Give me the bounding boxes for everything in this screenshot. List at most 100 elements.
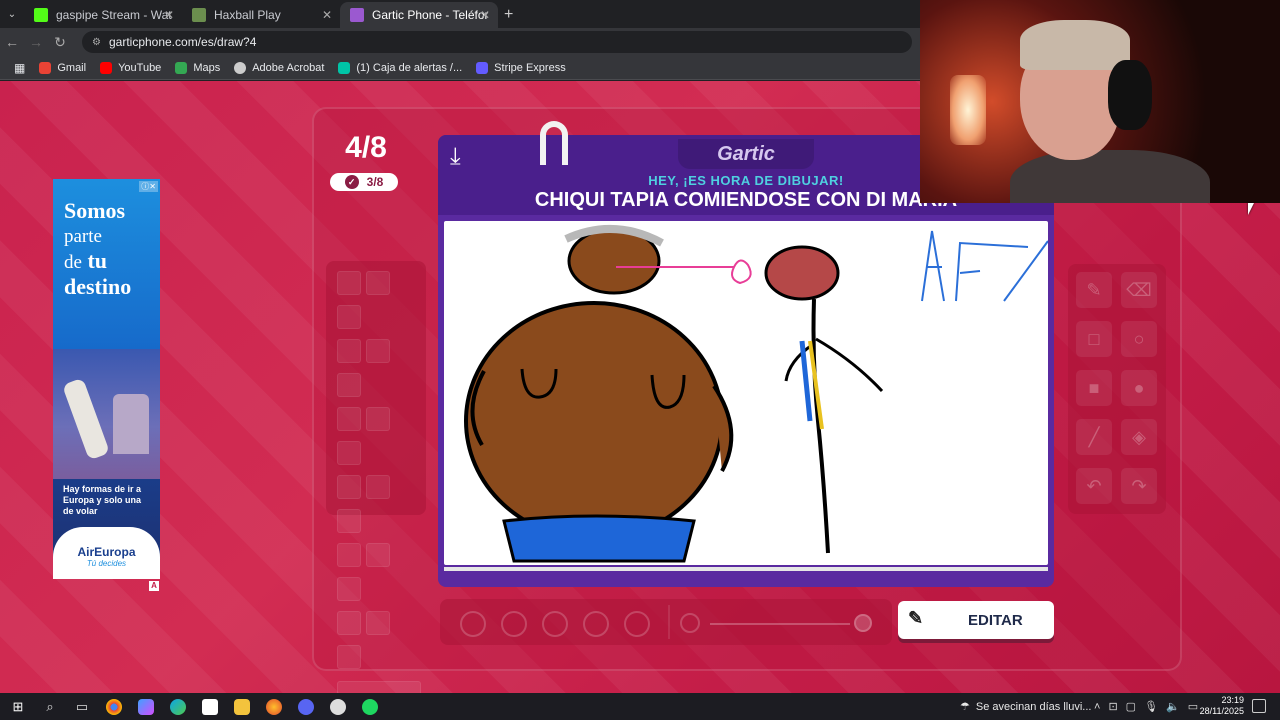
discord-icon[interactable] xyxy=(292,693,320,720)
search-icon[interactable]: ⌕ xyxy=(36,693,64,720)
brush-size-5[interactable] xyxy=(624,611,650,637)
copilot-icon[interactable] xyxy=(132,693,160,720)
download-icon[interactable]: ⤓ xyxy=(450,143,461,171)
color-swatch[interactable] xyxy=(366,407,390,431)
bookmark-alerts[interactable]: (1) Caja de alertas /... xyxy=(338,61,462,74)
bookmark-gmail[interactable]: Gmail xyxy=(39,61,86,74)
color-swatch[interactable] xyxy=(366,271,390,295)
redo-icon[interactable]: ↷ xyxy=(1121,468,1157,504)
color-swatch[interactable] xyxy=(337,339,361,363)
color-swatch[interactable] xyxy=(366,543,390,567)
ad-headline: Somos parte de tu destino xyxy=(64,198,132,299)
ad-badge: A xyxy=(149,581,159,591)
volume-icon[interactable]: 🔈 xyxy=(1166,700,1180,713)
file-explorer-icon[interactable] xyxy=(228,693,256,720)
tab-gaspipe[interactable]: gaspipe Stream - Watch Live on ✕ xyxy=(24,2,182,28)
forward-icon[interactable]: → xyxy=(24,34,48,50)
brush-size-4[interactable] xyxy=(583,611,609,637)
close-icon[interactable]: ✕ xyxy=(164,8,174,22)
color-palette xyxy=(326,261,426,693)
url-input[interactable]: ⚙ garticphone.com/es/draw?4 xyxy=(82,31,912,53)
filled-rectangle-icon[interactable]: ■ xyxy=(1076,370,1112,406)
advertisement[interactable]: ⓘ✕ Somos parte de tu destino Hay formas … xyxy=(53,179,160,579)
haxball-icon xyxy=(192,8,206,22)
firefox-icon[interactable] xyxy=(260,693,288,720)
line-icon[interactable]: ╱ xyxy=(1076,419,1112,455)
mouse-cursor-icon xyxy=(1248,203,1254,215)
brush-size-3[interactable] xyxy=(542,611,568,637)
store-icon[interactable] xyxy=(196,693,224,720)
apps-icon[interactable]: ▦ xyxy=(14,61,25,75)
clock-date: 28/11/2025 xyxy=(1199,706,1244,716)
bookmark-maps[interactable]: Maps xyxy=(175,61,220,74)
tab-gartic[interactable]: Gartic Phone - Teléfono Descon ✕ xyxy=(340,2,498,28)
undo-icon[interactable]: ↶ xyxy=(1076,468,1112,504)
reload-icon[interactable]: ↻ xyxy=(48,34,72,51)
bucket-icon[interactable]: ◈ xyxy=(1121,419,1157,455)
globe-icon xyxy=(234,61,247,74)
clock-time: 23:19 xyxy=(1221,695,1244,705)
color-swatch[interactable] xyxy=(337,543,361,567)
edge-icon[interactable] xyxy=(164,693,192,720)
brush-size-1[interactable] xyxy=(460,611,486,637)
ad-info-icon[interactable]: ⓘ✕ xyxy=(139,181,158,192)
drawing-canvas[interactable] xyxy=(444,221,1048,565)
task-view-icon[interactable]: ▭ xyxy=(68,693,96,720)
edit-button[interactable]: ✎ EDITAR xyxy=(898,601,1054,639)
microphone-icon[interactable]: 🎙 xyxy=(1144,700,1158,713)
color-swatch[interactable] xyxy=(337,509,361,533)
bookmark-youtube[interactable]: YouTube xyxy=(100,61,161,74)
color-swatch[interactable] xyxy=(337,407,361,431)
color-swatch[interactable] xyxy=(366,611,390,635)
close-icon[interactable]: ✕ xyxy=(322,8,332,22)
chevron-up-icon[interactable]: ˄ xyxy=(1094,701,1100,713)
tab-haxball[interactable]: Haxball Play ✕ xyxy=(182,2,340,28)
github-icon[interactable] xyxy=(324,693,352,720)
notification-icon[interactable] xyxy=(1252,699,1266,713)
spotify-icon[interactable] xyxy=(356,693,384,720)
weather-widget[interactable]: ☂ Se avecinan días lluvi... xyxy=(960,693,1091,720)
url-text: garticphone.com/es/draw?4 xyxy=(108,35,257,49)
color-swatch[interactable] xyxy=(337,373,361,397)
battery-icon[interactable]: ▭ xyxy=(1188,700,1198,713)
color-swatch[interactable] xyxy=(366,339,390,363)
tool-panel: ✎ ⌫ □ ○ ■ ● ╱ ◈ ↶ ↷ xyxy=(1068,264,1166,514)
color-swatch[interactable] xyxy=(337,305,361,329)
opacity-slider[interactable] xyxy=(710,623,850,625)
new-tab-button[interactable]: + xyxy=(504,2,513,28)
color-swatch[interactable] xyxy=(337,611,361,635)
opacity-min-icon xyxy=(680,613,700,633)
color-swatch[interactable] xyxy=(366,475,390,499)
bookmark-stripe[interactable]: Stripe Express xyxy=(476,61,566,74)
pencil-icon[interactable]: ✎ xyxy=(1076,272,1112,308)
custom-color-button[interactable] xyxy=(337,681,421,693)
eraser-icon[interactable]: ⌫ xyxy=(1121,272,1157,308)
filled-ellipse-icon[interactable]: ● xyxy=(1121,370,1157,406)
color-swatch[interactable] xyxy=(337,271,361,295)
color-swatch[interactable] xyxy=(337,475,361,499)
brush-size-2[interactable] xyxy=(501,611,527,637)
close-icon[interactable]: ✕ xyxy=(480,8,490,22)
color-swatch[interactable] xyxy=(337,577,361,601)
rectangle-icon[interactable]: □ xyxy=(1076,321,1112,357)
color-swatch[interactable] xyxy=(337,441,361,465)
bookmark-acrobat[interactable]: Adobe Acrobat xyxy=(234,61,324,74)
pencil-icon: ✎ xyxy=(908,608,924,628)
display-icon[interactable]: ▢ xyxy=(1126,700,1136,713)
ellipse-icon[interactable]: ○ xyxy=(1121,321,1157,357)
ad-body: Hay formas de ir a Europa y solo una de … xyxy=(63,484,142,516)
back-icon[interactable]: ← xyxy=(0,34,24,50)
weather-text: Se avecinan días lluvi... xyxy=(975,700,1092,713)
site-info-icon[interactable]: ⚙ xyxy=(92,37,101,48)
stripe-icon xyxy=(476,61,489,74)
rain-icon: ☂ xyxy=(960,701,970,713)
tab-search-icon[interactable]: ⌄ xyxy=(0,2,24,28)
windows-start-icon[interactable]: ⊞ xyxy=(4,693,32,720)
gartic-icon xyxy=(350,8,364,22)
opacity-slider-handle[interactable] xyxy=(854,614,872,632)
color-swatch[interactable] xyxy=(337,645,361,669)
network-icon[interactable]: ⊡ xyxy=(1108,700,1117,713)
chrome-icon[interactable] xyxy=(100,693,128,720)
webcam-overlay xyxy=(920,0,1280,203)
taskbar-clock[interactable]: 23:19 28/11/2025 xyxy=(1198,695,1244,717)
